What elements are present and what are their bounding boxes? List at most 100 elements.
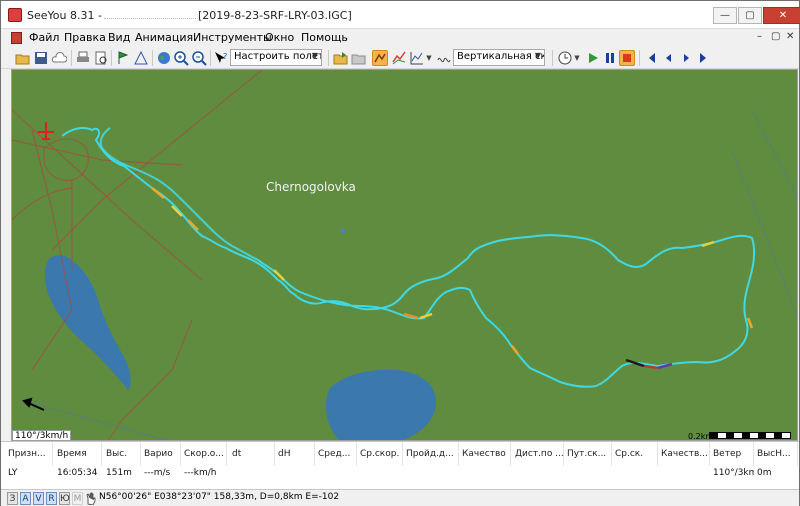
column-header[interactable]: Ср.ск. [612,442,658,466]
flight-track-return [99,127,259,261]
cell-sign: LY [8,468,18,478]
menu-bar: Файл Правка Вид Анимация Инструменты Окн… [1,29,799,47]
folder-icon[interactable] [351,50,367,66]
close-button[interactable]: ✕ [763,7,800,24]
mdi-restore-button[interactable]: ▢ [771,31,780,42]
status-bar: З А V R Ю M N56°00'26" E038°23'07" 158,3… [1,489,799,506]
status-tab-r[interactable]: R [46,492,57,505]
hand-pan-icon[interactable] [85,492,97,506]
graph-icon[interactable] [409,50,425,66]
lake-south [326,369,436,440]
vertical-speed-dropdown[interactable]: Вертикальная скор▼ [453,49,545,66]
column-header[interactable]: ВысН... [754,442,798,466]
status-tab-v[interactable]: V [33,492,44,505]
app-window: SeeYou 8.31 - [2019-8-23-SRF-LRY-03.IGC] … [0,0,800,506]
flight-setup-dropdown[interactable]: Настроить полет ▼ [230,49,322,66]
menu-window[interactable]: Окно [265,31,294,44]
column-header[interactable]: Пут.ск... [564,442,612,466]
window-title: SeeYou 8.31 - [2019-8-23-SRF-LRY-03.IGC] [27,9,352,22]
skip-back-icon[interactable] [644,50,660,66]
help-cursor-icon[interactable]: ? [213,50,229,66]
vario-icon[interactable] [436,50,452,66]
stop-icon[interactable] [619,50,635,66]
map-mode-icon[interactable] [372,50,388,66]
column-header[interactable]: Качество [459,442,511,466]
cell-altitude-agl: 0m [757,468,772,478]
menu-view[interactable]: Вид [108,31,130,44]
map-view[interactable]: Chernogolovka 110°/3km/h 0.2km [11,69,798,441]
cloud-icon[interactable] [51,50,68,66]
airspace-boundaries [12,70,263,440]
zoom-out-icon[interactable] [191,50,207,66]
chevron-down-icon: ▼ [311,51,318,60]
menu-tools[interactable]: Инструменты [193,31,272,44]
column-header[interactable]: Пройд.д... [403,442,459,466]
status-tab-m[interactable]: M [72,492,83,505]
chevron-down-icon[interactable]: ▼ [425,50,433,66]
maximize-button[interactable]: ▢ [738,7,762,24]
barogram-icon[interactable] [391,50,407,66]
column-header[interactable]: Выс. [103,442,141,466]
toolbar-separator [552,50,553,66]
chevron-down-icon[interactable]: ▼ [573,50,581,66]
column-header[interactable]: Сред... [315,442,357,466]
globe-icon[interactable] [156,50,172,66]
mdi-close-button[interactable]: ✕ [786,31,794,42]
flight-data-grid: Призн... Время Выс. Варио Скор.о... dt d… [1,441,799,489]
toolbar-separator [328,50,329,66]
wind-arrow [22,397,45,411]
column-header[interactable]: Ветер [710,442,754,466]
zoom-in-icon[interactable] [173,50,189,66]
task-icon[interactable] [133,50,149,66]
cell-ground-speed: ---km/h [184,468,217,478]
column-header[interactable]: Дист.по ... [512,442,564,466]
open-flight-icon[interactable] [333,50,349,66]
status-tab-z[interactable]: З [7,492,18,505]
column-header[interactable]: Призн... [5,442,53,466]
column-header[interactable]: Время [54,442,102,466]
document-icon[interactable] [11,32,22,44]
skip-forward-icon[interactable] [695,50,711,66]
column-header[interactable]: Скор.о... [181,442,227,466]
chevron-down-icon: ▼ [534,51,541,60]
print-preview-icon[interactable] [93,50,109,66]
save-icon[interactable] [33,50,49,66]
app-title: SeeYou 8.31 - [27,9,102,22]
open-folder-icon[interactable] [15,50,31,66]
menu-help[interactable]: Помощь [301,31,348,44]
column-header[interactable]: Качеств... [658,442,710,466]
pause-icon[interactable] [602,50,618,66]
toolbar-separator [111,50,112,66]
cell-altitude: 151m [106,468,132,478]
toolbar-separator [210,50,211,66]
seeyou-app-icon[interactable] [8,8,22,22]
column-header[interactable]: dH [275,442,315,466]
toolbar-separator [639,50,640,66]
status-tab-yu[interactable]: Ю [59,492,70,505]
menu-file[interactable]: Файл [29,31,59,44]
minimize-button[interactable]: — [713,7,737,24]
town-label: Chernogolovka [266,180,356,194]
column-header[interactable]: Варио [141,442,181,466]
menu-edit[interactable]: Правка [64,31,106,44]
step-back-icon[interactable] [661,50,677,66]
status-tab-a[interactable]: А [20,492,31,505]
cursor-coordinates: N56°00'26" E038°23'07" 158,33m, D=0,8km … [99,492,340,502]
waypoint-marker [340,228,346,234]
column-header[interactable]: Ср.скор. [357,442,403,466]
clock-icon[interactable] [557,50,573,66]
play-icon[interactable] [585,50,601,66]
waypoint-flag-icon[interactable] [115,50,131,66]
cell-wind: 110°/3km/h [713,468,754,478]
menu-animation[interactable]: Анимация [135,31,193,44]
column-header[interactable]: dt [229,442,275,466]
svg-text:?: ? [223,52,227,61]
cell-vario: ---m/s [144,468,171,478]
scale-bar [709,432,791,439]
toolbar-separator [71,50,72,66]
print-icon[interactable] [75,50,91,66]
map-canvas [12,70,797,440]
mdi-minimize-button[interactable]: – [757,31,762,42]
step-forward-icon[interactable] [678,50,694,66]
track-vario-highlights [151,187,754,370]
